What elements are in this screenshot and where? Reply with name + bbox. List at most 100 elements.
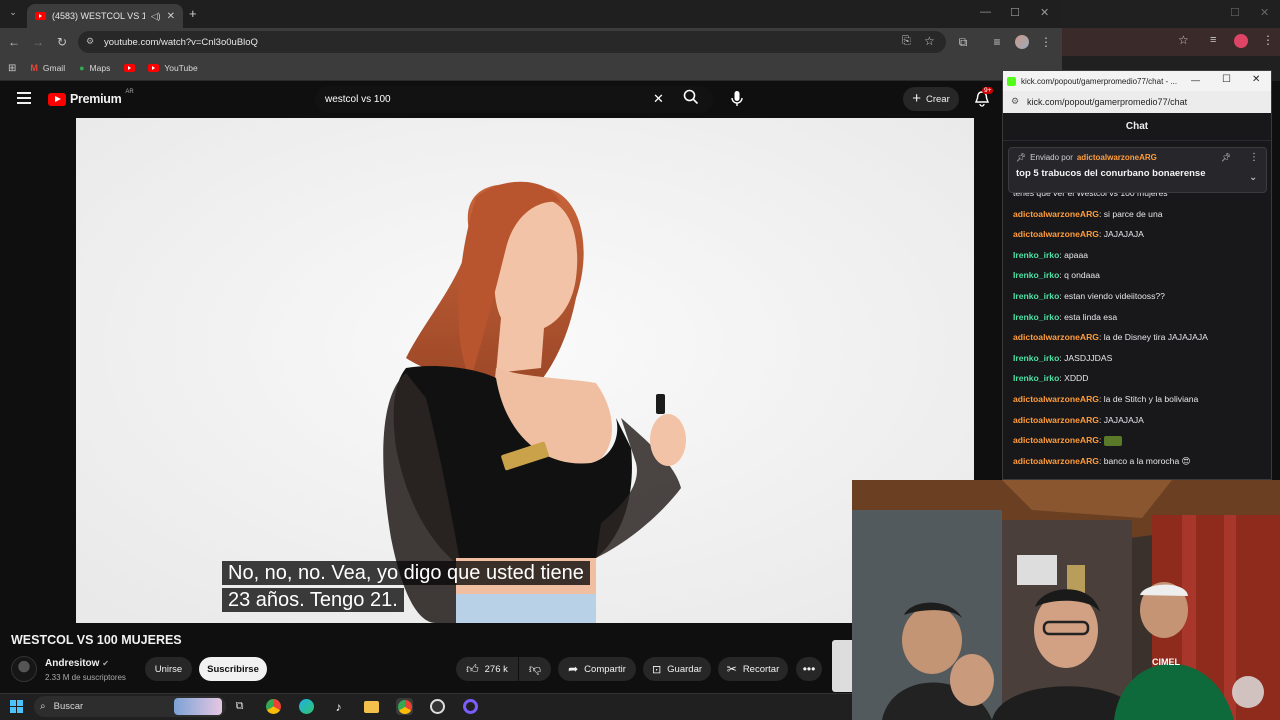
browser-menu-icon[interactable]: ⋮ — [1037, 33, 1055, 51]
tab-close-icon[interactable]: ✕ — [167, 11, 175, 22]
chat-username[interactable]: adictoalwarzoneARG — [1013, 209, 1099, 219]
back-icon[interactable]: ← — [5, 33, 23, 51]
chat-username[interactable]: Irenko_irko — [1013, 270, 1059, 280]
shirt-text: CIMEL — [1152, 657, 1181, 667]
install-app-icon[interactable]: ⎘ — [902, 35, 911, 48]
maximize-icon[interactable]: ☐ — [1222, 74, 1231, 85]
chat-message: Irenko_irko: esta linda esa — [1013, 312, 1265, 323]
logo-text: Premium — [70, 92, 122, 106]
search-highlight-image — [174, 698, 222, 715]
pinned-more-icon[interactable]: ⋮ — [1249, 152, 1259, 163]
bookmark-star-icon[interactable]: ☆ — [924, 34, 935, 48]
youtube-premium-logo[interactable]: Premium AR — [48, 89, 134, 106]
chat-username[interactable]: Irenko_irko — [1013, 353, 1059, 363]
subtitle-line-1: No, no, no. Vea, yo digo que usted tiene — [222, 561, 590, 585]
chat-username[interactable]: adictoalwarzoneARG — [1013, 456, 1099, 466]
bookmark-star-icon[interactable]: ☆ — [1178, 33, 1189, 47]
extensions-icon[interactable]: ⧉ — [954, 33, 972, 51]
hamburger-menu-icon[interactable] — [17, 92, 31, 104]
windows-start-icon[interactable] — [8, 698, 25, 715]
bookmark-youtube-blank[interactable] — [124, 64, 140, 72]
apps-grid-icon[interactable]: ⊞ — [8, 63, 16, 74]
reload-icon[interactable]: ↻ — [53, 33, 71, 51]
tab-youtube[interactable]: (4583) WESTCOL VS 100 M ◁) ✕ — [27, 4, 183, 28]
chat-message: Irenko_irko: q ondaaa — [1013, 270, 1265, 281]
voice-search-icon[interactable] — [730, 90, 746, 108]
expand-chevron-icon[interactable]: ⌄ — [1249, 172, 1257, 183]
profile-avatar[interactable] — [1234, 34, 1248, 48]
clip-button[interactable]: ✂ Recortar — [718, 657, 788, 681]
chat-username[interactable]: adictoalwarzoneARG — [1013, 415, 1099, 425]
address-bar[interactable]: ⚙ youtube.com/watch?v=Cnl3o0uBloQ ⎘ ☆ — [78, 31, 946, 53]
bookmark-maps[interactable]: ● Maps — [79, 63, 110, 73]
maximize-icon[interactable]: ☐ — [1230, 6, 1240, 19]
chat-message: adictoalwarzoneARG: la de Disney tira JA… — [1013, 332, 1265, 343]
chat-message: adictoalwarzoneARG: JAJAJAJA — [1013, 229, 1265, 240]
create-button[interactable]: + Crear — [903, 87, 959, 111]
reading-list-icon[interactable]: ≡ — [988, 33, 1006, 51]
chat-username[interactable]: Irenko_irko — [1013, 312, 1059, 322]
tab-search-chevron-icon[interactable]: ⌄ — [6, 7, 20, 21]
chat-text: : banco a la morocha 😍 — [1098, 455, 1191, 466]
like-button[interactable]: 👍︎ 276 k — [456, 657, 518, 681]
chat-username[interactable]: adictoalwarzoneARG — [1013, 435, 1099, 445]
chat-username[interactable]: Irenko_irko — [1013, 250, 1059, 260]
file-explorer-icon[interactable] — [363, 698, 380, 715]
minimize-icon[interactable]: — — [1191, 75, 1200, 85]
pinned-message[interactable]: 📌︎ Enviado por adictoalwarzoneARG 📌︎ ⋮ t… — [1008, 147, 1267, 193]
channel-name[interactable]: Andresitow ✔ — [45, 658, 109, 669]
chrome-icon[interactable] — [265, 698, 282, 715]
dislike-button[interactable]: 👎︎ — [519, 657, 551, 681]
region-badge: AR — [125, 89, 134, 95]
video-player[interactable] — [76, 118, 974, 623]
bookmark-gmail[interactable]: M Gmail — [30, 63, 65, 73]
unpin-icon[interactable]: 📌︎ — [1221, 153, 1231, 162]
chat-username[interactable]: Irenko_irko — [1013, 291, 1059, 301]
notifications-bell-icon[interactable]: 9+ — [974, 87, 994, 108]
maximize-icon[interactable]: ☐ — [1010, 6, 1020, 19]
subscribe-button[interactable]: Suscribirse — [199, 657, 267, 681]
kick-titlebar: kick.com/popout/gamerpromedio77/chat - .… — [1003, 71, 1271, 91]
browser-menu-icon[interactable]: ⋮ — [1262, 33, 1274, 47]
chat-text: : q ondaaa — [1059, 270, 1100, 281]
edge-icon[interactable] — [298, 698, 315, 715]
tiktok-icon[interactable]: ♪ — [330, 698, 347, 715]
clear-search-icon[interactable]: ✕ — [653, 91, 664, 107]
youtube-favicon-icon — [124, 64, 136, 72]
reading-list-icon[interactable]: ≡ — [1210, 34, 1216, 46]
search-input[interactable]: westcol vs 100 ✕ — [315, 86, 713, 113]
chat-message: Irenko_irko: XDDD — [1013, 373, 1265, 384]
save-button[interactable]: ⊡ Guardar — [643, 657, 711, 681]
join-button[interactable]: Unirse — [145, 657, 192, 681]
more-actions-button[interactable]: ••• — [796, 657, 822, 681]
close-window-icon[interactable]: ✕ — [1040, 6, 1049, 19]
search-icon[interactable] — [683, 89, 707, 109]
channel-avatar[interactable] — [11, 656, 37, 682]
chat-username[interactable]: adictoalwarzoneARG — [1013, 332, 1099, 342]
site-info-icon[interactable]: ⚙ — [1011, 96, 1019, 107]
bookmark-youtube[interactable]: YouTube — [148, 63, 198, 73]
share-button[interactable]: ➦ Compartir — [558, 657, 636, 681]
chat-username[interactable]: adictoalwarzoneARG — [1013, 394, 1099, 404]
chat-username[interactable]: Irenko_irko — [1013, 373, 1059, 383]
chat-header: Chat — [1003, 113, 1271, 141]
site-info-icon[interactable]: ⚙ — [86, 36, 94, 47]
thumbs-down-icon: 👎︎ — [528, 661, 542, 676]
speaker-icon[interactable]: ◁) — [151, 11, 161, 22]
close-window-icon[interactable]: ✕ — [1252, 74, 1260, 85]
close-window-icon[interactable]: ✕ — [1260, 6, 1269, 19]
profile-avatar[interactable] — [1015, 35, 1029, 49]
browser-app-icon[interactable] — [462, 698, 479, 715]
pinned-prefix: Enviado por — [1030, 153, 1073, 162]
chrome-profile-icon[interactable] — [396, 698, 413, 715]
forward-icon[interactable]: → — [29, 33, 47, 51]
obs-icon[interactable] — [429, 698, 446, 715]
chat-text: : JAJAJAJA — [1098, 229, 1144, 240]
minimize-icon[interactable]: — — [980, 6, 991, 18]
chat-username[interactable]: adictoalwarzoneARG — [1013, 229, 1099, 239]
recommended-thumbnail[interactable] — [832, 640, 852, 692]
taskbar-search[interactable]: ⌕ Buscar — [34, 696, 226, 717]
kick-address-bar[interactable]: ⚙ kick.com/popout/gamerpromedio77/chat — [1003, 91, 1271, 113]
task-view-icon[interactable]: ⧉ — [231, 698, 248, 715]
new-tab-icon[interactable]: + — [189, 6, 197, 21]
